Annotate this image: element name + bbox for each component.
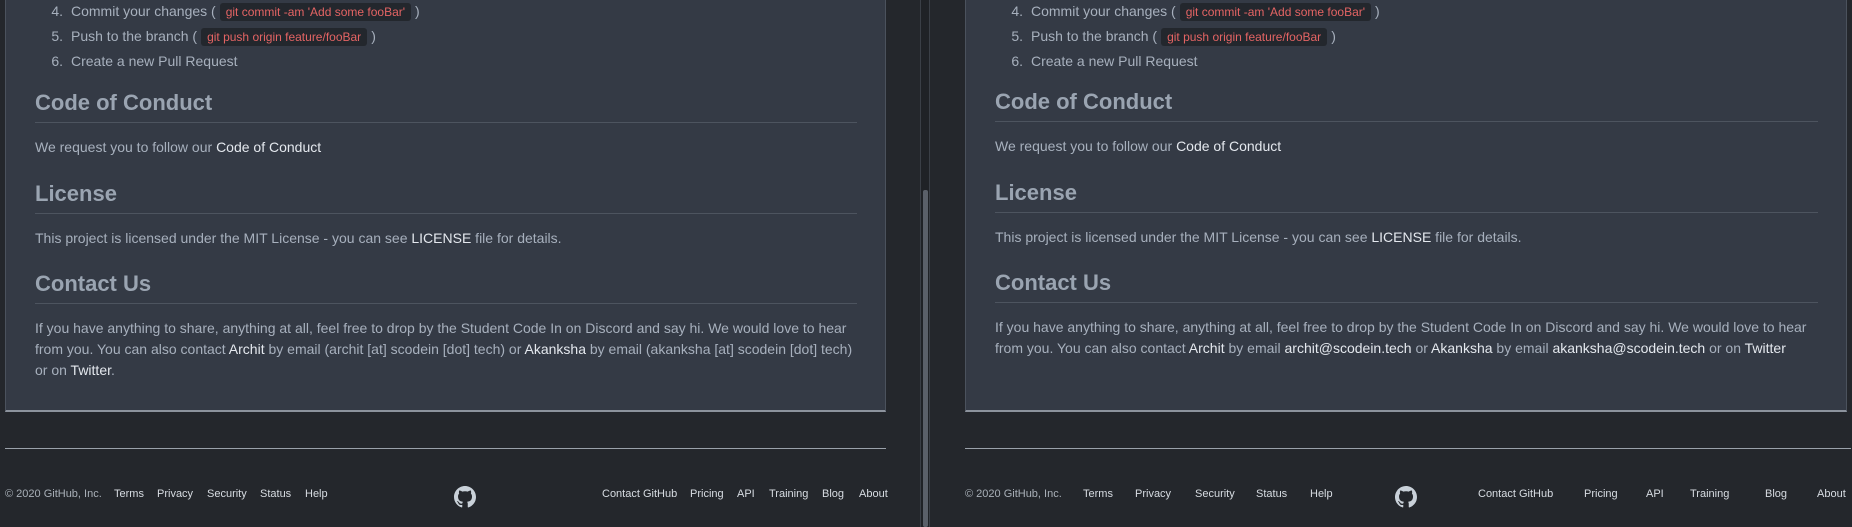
footer-link-help[interactable]: Help [1310, 488, 1333, 500]
list-item: 6. Create a new Pull Request [51, 53, 238, 69]
github-octocat-icon[interactable] [454, 486, 476, 508]
archit-link[interactable]: Archit [1189, 340, 1225, 356]
scrollbar-thumb[interactable] [923, 190, 928, 527]
code-of-conduct-link[interactable]: Code of Conduct [216, 139, 321, 155]
footer-link-about[interactable]: About [859, 488, 888, 500]
akanksha-email-link[interactable]: akanksha@scodein.tech [1552, 340, 1705, 356]
footer-link-contact-github[interactable]: Contact GitHub [602, 488, 677, 500]
footer-link-blog[interactable]: Blog [1765, 488, 1787, 500]
inline-code: git push origin feature/fooBar [1161, 28, 1328, 46]
twitter-link[interactable]: Twitter [71, 362, 111, 378]
list-item: 4. Commit your changes (git commit -am 'A… [51, 3, 420, 21]
footer-divider [965, 448, 1851, 449]
contact-heading: Contact Us [995, 270, 1818, 303]
footer-link-api[interactable]: API [737, 488, 755, 500]
conduct-text: We request you to follow our Code of Con… [35, 139, 322, 155]
left-pane: 4. Commit your changes (git commit -am 'A… [0, 0, 920, 527]
list-item: 4. Commit your changes (git commit -am 'A… [1011, 3, 1380, 21]
footer-link-api[interactable]: API [1646, 488, 1664, 500]
footer-link-status[interactable]: Status [260, 488, 291, 500]
footer-link-security[interactable]: Security [1195, 488, 1235, 500]
list-item: 5. Push to the branch (git push origin fe… [51, 28, 376, 46]
twitter-link[interactable]: Twitter [1745, 340, 1786, 356]
contact-text: If you have anything to share, anything … [995, 319, 1807, 356]
footer-link-security[interactable]: Security [207, 488, 247, 500]
github-footer: © 2020 GitHub, Inc. Terms Privacy Securi… [930, 486, 1852, 508]
right-pane: 4. Commit your changes (git commit -am 'A… [930, 0, 1852, 527]
archit-email-link[interactable]: archit@scodein.tech [1285, 340, 1412, 356]
code-of-conduct-link[interactable]: Code of Conduct [1176, 138, 1281, 154]
footer-link-status[interactable]: Status [1256, 488, 1287, 500]
conduct-text: We request you to follow our Code of Con… [995, 138, 1282, 154]
github-footer: © 2020 GitHub, Inc. Terms Privacy Securi… [0, 486, 920, 508]
inline-code: git commit -am 'Add some fooBar' [219, 3, 412, 21]
footer-link-pricing[interactable]: Pricing [690, 488, 724, 500]
license-link[interactable]: LICENSE [411, 230, 471, 246]
readme-box: 4. Commit your changes (git commit -am 'A… [5, 0, 886, 412]
license-text: This project is licensed under the MIT L… [995, 229, 1522, 245]
footer-link-training[interactable]: Training [769, 488, 808, 500]
footer-link-terms[interactable]: Terms [114, 488, 144, 500]
conduct-heading: Code of Conduct [35, 90, 857, 123]
steps-list: 4. Commit your changes (git commit -am 'A… [1002, 0, 1702, 74]
akanksha-link[interactable]: Akanksha [1431, 340, 1492, 356]
copyright: © 2020 GitHub, Inc. [5, 488, 102, 500]
license-heading: License [35, 181, 857, 214]
list-item: 5. Push to the branch (git push origin fe… [1011, 28, 1336, 46]
footer-link-privacy[interactable]: Privacy [157, 488, 193, 500]
inline-code: git push origin feature/fooBar [201, 28, 368, 46]
copyright: © 2020 GitHub, Inc. [965, 488, 1062, 500]
readme-box: 4. Commit your changes (git commit -am 'A… [965, 0, 1847, 412]
footer-link-help[interactable]: Help [305, 488, 328, 500]
footer-link-terms[interactable]: Terms [1083, 488, 1113, 500]
conduct-heading: Code of Conduct [995, 89, 1818, 122]
license-link[interactable]: LICENSE [1371, 229, 1431, 245]
license-text: This project is licensed under the MIT L… [35, 230, 562, 246]
footer-link-pricing[interactable]: Pricing [1584, 488, 1618, 500]
contact-heading: Contact Us [35, 271, 857, 304]
contact-text: If you have anything to share, anything … [35, 320, 853, 378]
archit-link[interactable]: Archit [229, 341, 265, 357]
list-item: 6. Create a new Pull Request [1011, 53, 1198, 69]
footer-link-contact-github[interactable]: Contact GitHub [1478, 488, 1553, 500]
akanksha-link[interactable]: Akanksha [525, 341, 586, 357]
footer-divider [5, 448, 886, 449]
license-heading: License [995, 180, 1818, 213]
github-octocat-icon[interactable] [1395, 486, 1417, 508]
steps-list: 4. Commit your changes (git commit -am 'A… [42, 0, 742, 74]
footer-link-training[interactable]: Training [1690, 488, 1729, 500]
inline-code: git commit -am 'Add some fooBar' [1179, 3, 1372, 21]
footer-link-privacy[interactable]: Privacy [1135, 488, 1171, 500]
footer-link-about[interactable]: About [1817, 488, 1846, 500]
footer-link-blog[interactable]: Blog [822, 488, 844, 500]
split-divider[interactable] [920, 0, 930, 527]
